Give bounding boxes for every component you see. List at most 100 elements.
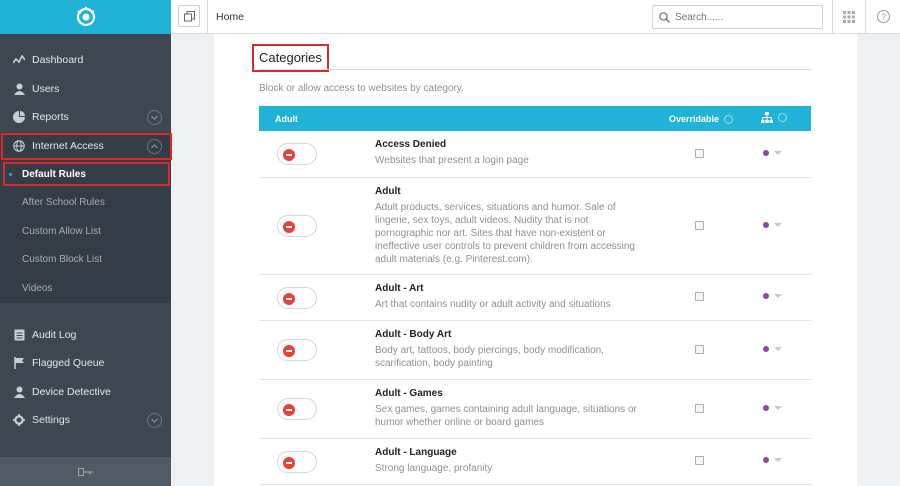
search-input[interactable] — [675, 11, 815, 23]
category-info: Adult - Language Strong language, profan… — [375, 447, 645, 475]
sidebar-subitem-default-rules[interactable]: Default Rules — [0, 160, 171, 189]
brand-logo-icon — [76, 7, 95, 27]
policy-dropdown[interactable] — [763, 222, 782, 228]
topbar: Home ? — [171, 0, 900, 34]
sidebar-item-device-detective[interactable]: Device Detective — [0, 378, 171, 407]
overridable-checkbox[interactable] — [695, 404, 704, 413]
block-toggle[interactable] — [277, 215, 317, 237]
category-description: Sex games, games containing adult langua… — [375, 404, 637, 428]
page-description: Block or allow access to websites by cat… — [259, 83, 464, 94]
table-row: Adult - Body Art Body art, tattoos, body… — [259, 321, 811, 380]
title-divider — [259, 69, 811, 70]
caret-down-icon — [774, 347, 782, 351]
sidebar-item-label: Custom Block List — [22, 254, 103, 266]
chevron-down-icon[interactable] — [147, 413, 162, 428]
policy-dropdown[interactable] — [763, 150, 782, 156]
logo[interactable] — [0, 0, 171, 34]
sidebar-item-label: Videos — [22, 282, 53, 294]
info-icon[interactable] — [724, 114, 734, 124]
gear-icon — [12, 413, 26, 427]
sidebar-item-label: Default Rules — [22, 168, 86, 180]
block-icon — [283, 293, 295, 305]
block-icon — [283, 149, 295, 161]
category-info: Adult Adult products, services, situatio… — [375, 186, 645, 266]
overridable-checkbox[interactable] — [695, 456, 704, 465]
sidebar-item-dashboard[interactable]: Dashboard — [0, 46, 171, 75]
caret-down-icon — [774, 406, 782, 410]
sidebar-subitem-videos[interactable]: Videos — [0, 274, 171, 303]
policy-dot — [763, 150, 769, 156]
log-icon — [12, 328, 26, 342]
overridable-checkbox[interactable] — [695, 221, 704, 230]
sidebar-item-settings[interactable]: Settings — [0, 406, 171, 435]
block-toggle[interactable] — [277, 143, 317, 165]
sidebar-subitem-custom-allow-list[interactable]: Custom Allow List — [0, 217, 171, 246]
category-name: Adult - Language — [375, 447, 457, 458]
category-description: Websites that present a login page — [375, 155, 529, 166]
block-toggle[interactable] — [277, 451, 317, 473]
info-icon[interactable] — [778, 113, 787, 122]
toggle-window-button[interactable] — [178, 5, 200, 27]
policy-dot — [763, 405, 769, 411]
policy-dot — [763, 222, 769, 228]
category-name: Adult - Body Art — [375, 329, 452, 340]
category-info: Adult - Games Sex games, games containin… — [375, 388, 645, 429]
sidebar-item-users[interactable]: Users — [0, 75, 171, 104]
block-icon — [283, 221, 295, 233]
policy-dropdown[interactable] — [763, 405, 782, 411]
sidebar-item-internet-access[interactable]: Internet Access — [0, 131, 171, 160]
category-description: Adult products, services, situations and… — [375, 202, 635, 265]
sidebar-item-label: Flagged Queue — [32, 357, 105, 370]
overridable-checkbox[interactable] — [695, 345, 704, 354]
flag-icon — [12, 356, 26, 370]
category-name: Adult - Games — [375, 388, 443, 399]
chevron-up-icon[interactable] — [147, 138, 162, 154]
sidebar-subitem-custom-block-list[interactable]: Custom Block List — [0, 246, 171, 275]
sidebar: Dashboard Users Reports Internet Access — [0, 0, 171, 486]
table-row: Access Denied Websites that present a lo… — [259, 131, 811, 178]
caret-down-icon — [774, 223, 782, 227]
category-description: Strong language, profanity — [375, 463, 493, 474]
sidebar-item-audit-log[interactable]: Audit Log — [0, 321, 171, 350]
column-header-adult: Adult — [275, 114, 298, 124]
topbar-divider — [207, 0, 208, 34]
category-info: Adult - Body Art Body art, tattoos, body… — [375, 329, 645, 370]
block-toggle[interactable] — [277, 339, 317, 361]
sidebar-item-label: Custom Allow List — [22, 225, 101, 237]
internet-access-submenu: Default Rules After School Rules Custom … — [0, 160, 171, 303]
policy-dot — [763, 346, 769, 352]
caret-down-icon — [774, 151, 782, 155]
table-row: Adult - Art Art that contains nudity or … — [259, 275, 811, 321]
page-title: Categories — [259, 50, 322, 65]
right-gutter — [857, 34, 900, 486]
overridable-checkbox[interactable] — [695, 292, 704, 301]
category-name: Access Denied — [375, 139, 447, 150]
block-toggle[interactable] — [277, 287, 317, 309]
policy-dropdown[interactable] — [763, 346, 782, 352]
sidebar-item-label: Internet Access — [32, 139, 104, 152]
sidebar-footer[interactable] — [0, 457, 171, 486]
sidebar-item-flagged-queue[interactable]: Flagged Queue — [0, 349, 171, 378]
breadcrumb[interactable]: Home — [216, 11, 244, 23]
policy-dropdown[interactable] — [763, 293, 782, 299]
help-icon[interactable]: ? — [877, 10, 890, 23]
globe-icon — [12, 139, 26, 153]
overridable-checkbox[interactable] — [695, 149, 704, 158]
column-header-overridable: Overridable — [669, 114, 734, 124]
block-toggle[interactable] — [277, 398, 317, 420]
sidebar-divider — [0, 303, 171, 321]
sidebar-item-label: Settings — [32, 414, 70, 427]
table-header: Adult Overridable — [259, 106, 811, 131]
table-row: Adult Adult products, services, situatio… — [259, 178, 811, 275]
chevron-down-icon[interactable] — [147, 110, 162, 125]
apps-grid-icon[interactable] — [843, 11, 855, 26]
search-box[interactable] — [652, 5, 823, 29]
column-header-policy — [761, 112, 787, 123]
sidebar-subitem-after-school-rules[interactable]: After School Rules — [0, 189, 171, 218]
sidebar-item-reports[interactable]: Reports — [0, 103, 171, 132]
policy-dropdown[interactable] — [763, 457, 782, 463]
sidebar-item-label: Dashboard — [32, 54, 84, 67]
policy-dot — [763, 293, 769, 299]
hierarchy-icon — [761, 112, 773, 123]
topbar-divider — [832, 0, 833, 34]
